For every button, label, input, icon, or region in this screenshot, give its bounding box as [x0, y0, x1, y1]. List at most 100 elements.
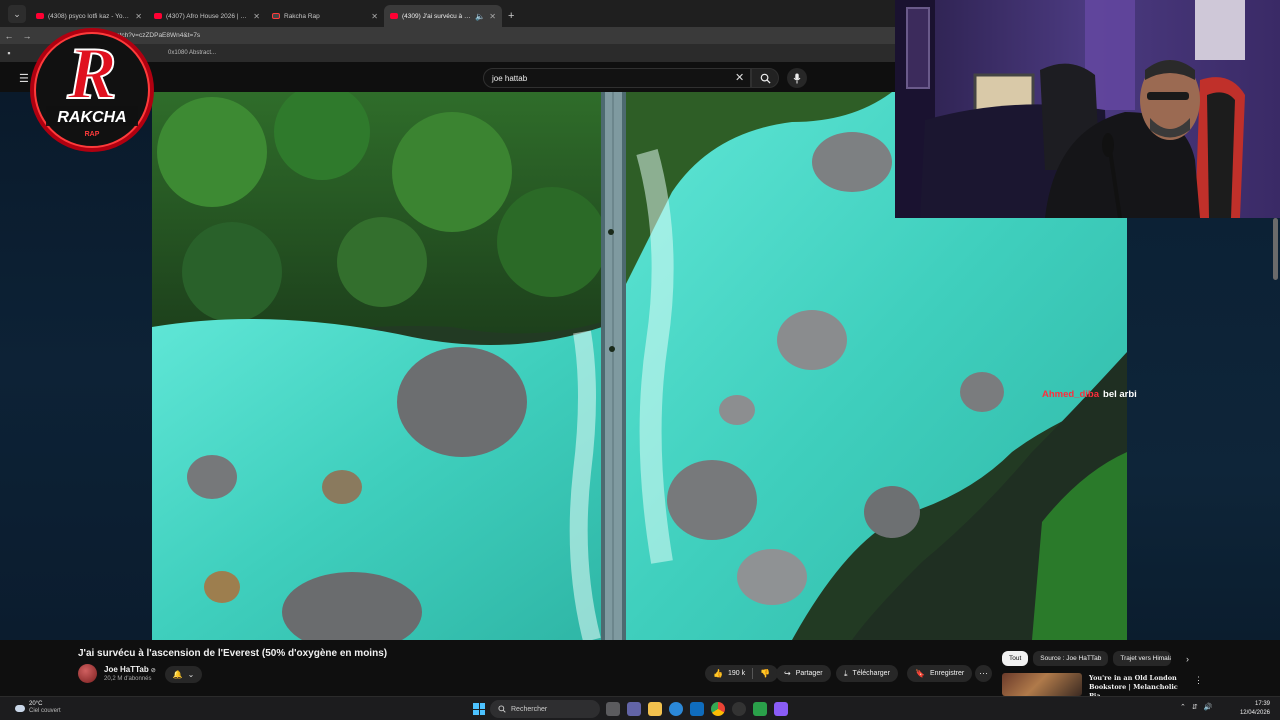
weather-widget[interactable]: 20°C Ciel couvert	[15, 701, 61, 715]
search-button[interactable]	[751, 68, 779, 88]
download-label: Télécharger	[852, 670, 890, 677]
weather-description: Ciel couvert	[29, 708, 61, 714]
bookmark-icon: 🔖	[915, 669, 925, 678]
download-icon: ⤓	[844, 668, 848, 678]
bookmark-item[interactable]: 0x1080 Abstract...	[168, 50, 216, 56]
network-icon[interactable]: ⇵	[1192, 703, 1198, 711]
video-title: J'ai survécu à l'ascension de l'Everest …	[78, 648, 388, 659]
chip-related[interactable]: Trajet vers Himala	[1113, 651, 1172, 666]
windows-logo-pane	[479, 709, 485, 715]
webcam-overlay	[895, 0, 1280, 218]
share-icon: ↪	[784, 669, 791, 678]
search-input[interactable]: joe hattab	[483, 68, 751, 88]
like-icon[interactable]: 👍	[713, 669, 723, 678]
like-count[interactable]: 190 k	[728, 670, 745, 677]
youtube-favicon-icon	[390, 13, 398, 19]
chevron-up-icon[interactable]: ⌃	[1180, 703, 1186, 711]
divider	[752, 668, 754, 679]
close-icon[interactable]: ✕	[253, 12, 260, 21]
youtube-favicon-icon	[36, 13, 44, 19]
video-info-area: J'ai survécu à l'ascension de l'Everest …	[0, 640, 1280, 700]
windows-logo-pane	[473, 709, 479, 715]
chat-username: Ahmed_diba	[1042, 389, 1100, 400]
recommendation-chips: Tout Source : Joe HaTTab Trajet vers Him…	[1002, 651, 1172, 666]
svg-text:RAP: RAP	[85, 131, 100, 138]
speaker-icon: 🔈	[475, 11, 486, 21]
tab-title: (4308) psyco lotfi kaz - YouTub	[48, 12, 132, 20]
search-icon	[498, 705, 506, 713]
dislike-icon[interactable]: 👎	[760, 669, 770, 678]
rakcha-rap-logo: R RAKCHA RAP	[28, 26, 156, 154]
microphone-icon	[793, 73, 801, 83]
tab-title: (4309) J'ai survécu à l'ascen	[402, 12, 471, 20]
save-button[interactable]: 🔖 Enregistrer	[907, 665, 973, 682]
chat-message-overlay: Ahmed_diba bel arbi	[1042, 389, 1137, 400]
clock-time: 17:39	[1254, 701, 1270, 707]
taskbar-search[interactable]: Rechercher	[490, 700, 600, 718]
clock-date: 12/04/2026	[1239, 710, 1270, 716]
close-icon[interactable]: ✕	[371, 12, 378, 21]
page-background-right	[1127, 218, 1280, 640]
rakcha-logo-badge: R RAKCHA RAP	[30, 28, 154, 152]
tab-title: Rakcha Rap	[284, 12, 320, 20]
chat-text: bel arbi	[1103, 389, 1137, 400]
twitch-icon[interactable]	[774, 702, 788, 716]
youtube-favicon-icon	[154, 13, 162, 19]
new-tab-icon[interactable]: +	[508, 10, 514, 22]
browser-tab-1[interactable]: (4308) psyco lotfi kaz - YouTub ✕	[30, 5, 148, 27]
channel-name[interactable]: Joe HaTTab ⊘	[104, 665, 156, 674]
browser-tab-3[interactable]: Rakcha Rap ✕	[266, 5, 384, 27]
close-icon[interactable]: ✕	[135, 12, 142, 21]
chevron-down-icon: ⌄	[187, 670, 195, 679]
chip-source[interactable]: Source : Joe HaTTab	[1033, 651, 1109, 666]
teams-icon[interactable]	[627, 702, 641, 716]
subscription-bell-button[interactable]: 🔔 ⌄	[165, 666, 202, 683]
download-button[interactable]: ⤓ Télécharger	[836, 665, 898, 682]
svg-text:R: R	[66, 33, 116, 115]
channel-avatar[interactable]	[78, 664, 97, 683]
system-clock[interactable]: 17:39 12/04/2026	[1234, 700, 1270, 718]
start-button[interactable]	[473, 703, 485, 715]
recommendation-thumbnail[interactable]	[1002, 673, 1082, 696]
bell-icon: 🔔	[172, 670, 183, 679]
windows-taskbar: 20°C Ciel couvert Rechercher ⌃ ⇵ 🔊 17:39…	[0, 696, 1280, 720]
file-explorer-icon[interactable]	[648, 702, 662, 716]
more-vert-icon[interactable]: ⋮	[1194, 675, 1203, 686]
edge-icon[interactable]	[669, 702, 683, 716]
chrome-icon[interactable]	[711, 702, 725, 716]
rakcha-favicon-icon	[272, 13, 280, 19]
screen: ⌄ (4308) psyco lotfi kaz - YouTub ✕ (430…	[0, 0, 1280, 720]
page-scrollbar[interactable]	[1273, 218, 1278, 280]
chevron-right-icon[interactable]: ›	[1186, 654, 1189, 664]
task-view-icon[interactable]	[606, 702, 620, 716]
pinned-apps	[606, 702, 788, 716]
volume-icon[interactable]: 🔊	[1204, 703, 1213, 711]
share-button[interactable]: ↪ Partager	[776, 665, 831, 682]
store-icon[interactable]	[690, 702, 704, 716]
windows-logo-pane	[473, 703, 479, 709]
clear-search-icon[interactable]: ✕	[735, 71, 744, 84]
more-actions-button[interactable]: ⋯	[975, 665, 992, 682]
browser-tab-bar: ⌄ (4308) psyco lotfi kaz - YouTub ✕ (430…	[0, 0, 900, 27]
channel-name-text: Joe HaTTab	[104, 665, 149, 674]
verified-icon: ⊘	[150, 668, 156, 674]
svg-text:RAKCHA: RAKCHA	[57, 109, 126, 126]
back-icon[interactable]: ←	[0, 31, 18, 41]
cloud-icon	[15, 704, 25, 712]
chip-all[interactable]: Tout	[1002, 651, 1029, 666]
page-background-left	[0, 92, 152, 640]
like-dislike-group: 👍 190 k 👎	[705, 665, 779, 682]
obs-icon[interactable]	[732, 702, 746, 716]
share-label: Partager	[795, 670, 823, 677]
tab-search-icon[interactable]: ⌄	[8, 5, 26, 23]
browser-tab-4[interactable]: (4309) J'ai survécu à l'ascen 🔈 ✕	[384, 5, 502, 27]
windows-logo-pane	[479, 703, 485, 709]
tab-title: (4307) Afro House 2026 | Deep	[166, 12, 250, 20]
app-icon[interactable]	[753, 702, 767, 716]
voice-search-button[interactable]	[787, 68, 807, 88]
taskbar-search-placeholder: Rechercher	[511, 705, 548, 713]
browser-tab-2[interactable]: (4307) Afro House 2026 | Deep ✕	[148, 5, 266, 27]
close-icon[interactable]: ✕	[489, 12, 496, 21]
subscriber-count: 20,2 M d'abonnés	[104, 676, 152, 682]
bookmark-icon[interactable]: ▪	[0, 48, 18, 58]
